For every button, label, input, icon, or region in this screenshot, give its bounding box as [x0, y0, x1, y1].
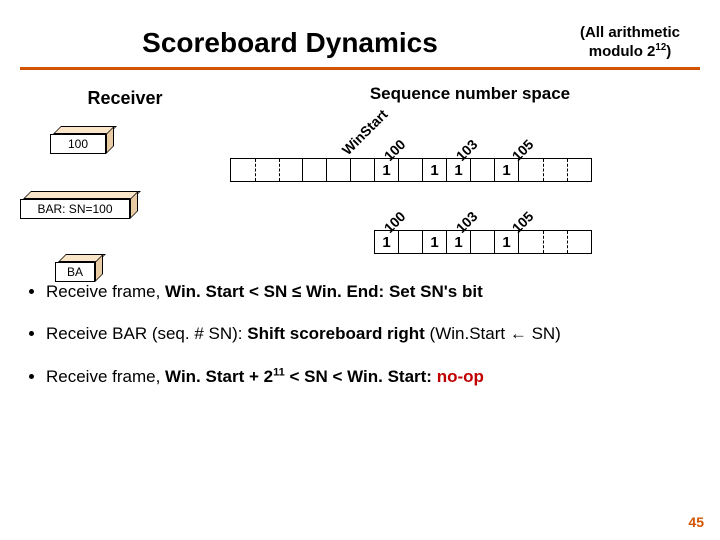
- board2-wrap: 100 103 105 1 1 1 1: [220, 188, 720, 254]
- frame-box-100: 100: [50, 134, 106, 154]
- sequence-label: Sequence number space: [220, 84, 720, 104]
- b3-mid: Win. Start + 2: [165, 367, 273, 386]
- title-row: Scoreboard Dynamics (All arithmetic modu…: [0, 0, 720, 67]
- dash-group: [231, 159, 303, 181]
- b3-pre: Receive frame,: [46, 367, 165, 386]
- bullet-2: Receive BAR (seq. # SN): Shift scoreboar…: [46, 318, 692, 350]
- b2-post-b: SN): [527, 324, 561, 343]
- bullet-3: Receive frame, Win. Start + 211 < SN < W…: [46, 361, 692, 393]
- b1-mid: Win. Start < SN ≤ Win. End:: [165, 282, 384, 301]
- bullet-1: Receive frame, Win. Start < SN ≤ Win. En…: [46, 276, 692, 308]
- b2-post-a: (Win.Start: [425, 324, 510, 343]
- note-exp: 12: [655, 42, 666, 53]
- note-l1: (All arithmetic: [580, 24, 680, 41]
- receiver-label: Receiver: [30, 88, 220, 109]
- cell: 1: [423, 159, 447, 181]
- cell: [471, 159, 495, 181]
- cell: [327, 159, 351, 181]
- b2-pre: Receive BAR (seq. # SN):: [46, 324, 247, 343]
- frame-box-100-label: 100: [68, 137, 88, 151]
- cell: 1: [495, 231, 519, 253]
- b3-mid2: < SN < Win. Start:: [285, 367, 432, 386]
- cell: 1: [375, 159, 399, 181]
- scoreboard-2: 1 1 1 1: [374, 230, 592, 254]
- b1-pre: Receive frame,: [46, 282, 165, 301]
- board1-wrap: WinStart 100 103 105 1 1 1 1: [220, 112, 720, 180]
- slide-title: Scoreboard Dynamics: [20, 27, 560, 59]
- dash-group: [519, 231, 591, 253]
- b2-mid: Shift scoreboard right: [247, 324, 425, 343]
- right-column: Sequence number space WinStart 100 103 1…: [220, 84, 720, 262]
- cell: 1: [447, 231, 471, 253]
- cell: 1: [375, 231, 399, 253]
- bullet-list: Receive frame, Win. Start < SN ≤ Win. En…: [0, 262, 720, 393]
- cell: [399, 231, 423, 253]
- content-row: Receiver 100 BAR: SN=100 BA Sequence nu: [0, 84, 720, 262]
- b3-post: no-op: [432, 367, 484, 386]
- b3-exp: 11: [273, 366, 285, 378]
- cell: 1: [447, 159, 471, 181]
- left-column: Receiver 100 BAR: SN=100 BA: [0, 84, 220, 109]
- cell: [303, 159, 327, 181]
- bar-box: BAR: SN=100: [20, 199, 130, 219]
- cell: 1: [495, 159, 519, 181]
- slide-number: 45: [688, 514, 704, 530]
- slide: Scoreboard Dynamics (All arithmetic modu…: [0, 0, 720, 540]
- arithmetic-note: (All arithmetic modulo 212): [560, 24, 700, 61]
- b1-post: Set SN's bit: [384, 282, 483, 301]
- cell: [399, 159, 423, 181]
- note-l2e: ): [666, 43, 671, 60]
- cell: [471, 231, 495, 253]
- bar-box-label: BAR: SN=100: [37, 202, 112, 216]
- left-arrow-icon: ←: [510, 324, 527, 343]
- ba-box-label: BA: [67, 265, 83, 279]
- note-l2: modulo 2: [589, 43, 656, 60]
- ba-box: BA: [55, 262, 95, 282]
- cell: 1: [423, 231, 447, 253]
- title-rule: [20, 67, 700, 70]
- scoreboard-1: 1 1 1 1: [230, 158, 592, 182]
- dash-group: [519, 159, 591, 181]
- cell: [351, 159, 375, 181]
